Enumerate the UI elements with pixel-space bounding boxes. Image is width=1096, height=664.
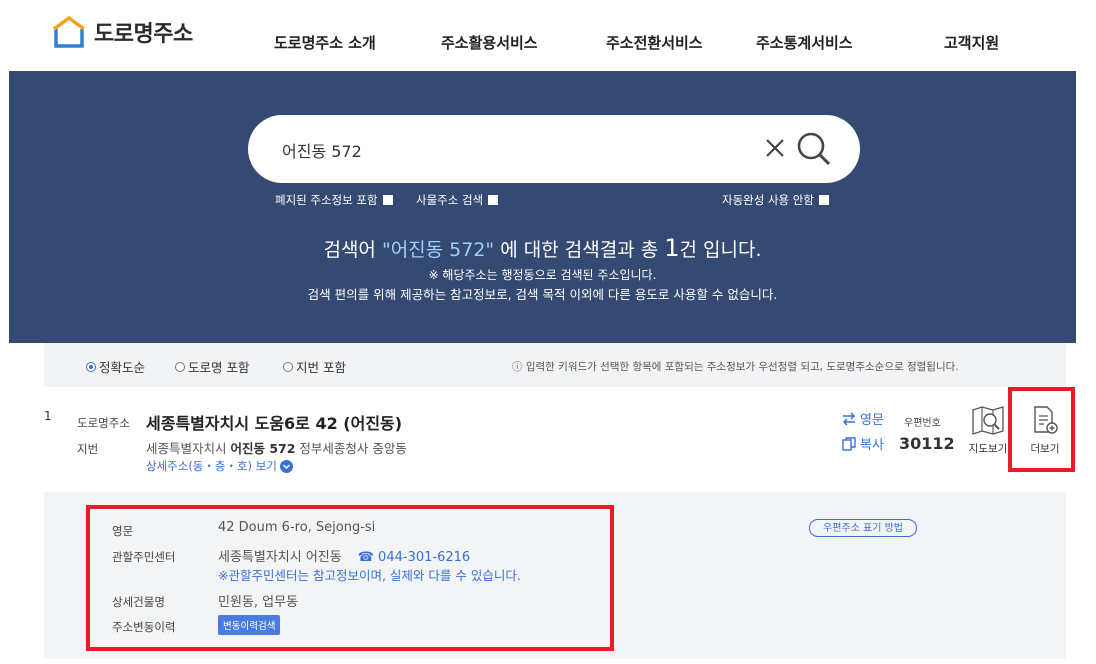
sort-road-name[interactable]: 도로명 포함: [175, 357, 249, 376]
address-history-label: 주소변동이력: [112, 620, 176, 634]
zip-code: 30112: [899, 434, 955, 453]
road-address-label: 도로명주소: [77, 416, 130, 430]
jibun-dong-number: 어진동 572: [230, 441, 296, 456]
summary-middle: 에 대한 검색결과 총: [494, 239, 665, 261]
sort-jibun-label: 지번 포함: [296, 360, 346, 375]
detail-address-link[interactable]: 상세주소(동・층・호) 보기: [146, 458, 293, 474]
logo-text: 도로명주소: [94, 22, 193, 47]
radio-icon[interactable]: [175, 361, 185, 372]
community-center-phone[interactable]: ☎ 044-301-6216: [358, 550, 470, 565]
history-search-button[interactable]: 변동이력검색: [218, 615, 281, 635]
clear-icon[interactable]: [762, 135, 788, 161]
option-autocomplete-off[interactable]: 자동완성 사용 안함: [722, 192, 829, 208]
document-plus-icon: [1031, 406, 1059, 439]
nav-conversion-service[interactable]: 주소전환서비스: [606, 32, 703, 53]
more-button[interactable]: 더보기: [1022, 405, 1068, 456]
nav-support[interactable]: 고객지원: [944, 32, 999, 53]
jibun-label: 지번: [77, 442, 99, 456]
building-name-label: 상세건물명: [112, 595, 165, 609]
option-autocomplete-checkbox[interactable]: [818, 195, 829, 205]
jibun-city: 세종특별자치시: [146, 441, 231, 456]
copy-button-label: 복사: [860, 438, 884, 453]
building-name: 민원동, 업무동: [218, 595, 299, 610]
jibun-building: 정부세종청사 중앙동: [295, 441, 407, 456]
summary-suffix: 건 입니다.: [679, 239, 762, 261]
nav-stats-service[interactable]: 주소통계서비스: [756, 32, 853, 53]
sort-hint: ⓘ 입력한 키워드가 선택한 항목에 포함되는 주소정보가 우선정렬 되고, 도…: [512, 361, 959, 373]
search-icon[interactable]: [794, 129, 834, 169]
radio-selected-icon[interactable]: [86, 361, 96, 372]
option-thing-address[interactable]: 사물주소 검색: [416, 192, 499, 208]
radio-icon[interactable]: [283, 361, 293, 372]
option-autocomplete-label: 자동완성 사용 안함: [722, 193, 814, 207]
result-summary: 검색어 "어진동 572" 에 대한 검색결과 총 1건 입니다.: [9, 234, 1076, 262]
nav-usage-service[interactable]: 주소활용서비스: [441, 32, 538, 53]
option-abolished-label: 폐지된 주소정보 포함: [275, 193, 378, 207]
summary-note-admin-dong: ※ 해당주소는 행정동으로 검색된 주소입니다.: [428, 268, 657, 282]
search-box: [248, 115, 860, 183]
copy-icon: [842, 436, 856, 451]
map-view-button-label: 지도보기: [968, 443, 1008, 455]
summary-note-usage: 검색 편의를 위해 제공하는 참고정보로, 검색 목적 이외에 다른 용도로 사…: [307, 287, 778, 302]
detail-address-link-label: 상세주소(동・층・호) 보기: [146, 459, 277, 473]
copy-button[interactable]: 복사: [842, 434, 884, 453]
option-thing-checkbox[interactable]: [488, 195, 499, 205]
community-center: 세종특별자치시 어진동 ☎ 044-301-6216: [218, 546, 470, 565]
more-button-label: 더보기: [1030, 443, 1060, 455]
english-address-button[interactable]: 영문: [842, 409, 884, 428]
zip-code-label: 우편번호: [904, 418, 941, 429]
nav-intro[interactable]: 도로명주소 소개: [274, 32, 376, 53]
sort-accuracy-label: 정확도순: [99, 360, 146, 375]
sort-accuracy[interactable]: 정확도순: [86, 357, 145, 376]
site-logo[interactable]: 도로명주소: [52, 14, 193, 50]
map-view-button[interactable]: 지도보기: [964, 405, 1012, 456]
swap-arrows-icon: [842, 411, 856, 426]
english-address-button-label: 영문: [860, 413, 884, 428]
road-address: 세종특별자치시 도움6로 42 (어진동): [146, 414, 403, 433]
sort-jibun[interactable]: 지번 포함: [283, 357, 346, 376]
community-center-note: ※관할주민센터는 참고정보이며, 실제와 다를 수 있습니다.: [218, 568, 521, 583]
summary-keyword: "어진동 572": [381, 239, 495, 261]
option-thing-label: 사물주소 검색: [416, 193, 484, 207]
english-address: 42 Doum 6-ro, Sejong-si: [218, 520, 376, 535]
house-logo-icon: [52, 15, 86, 49]
summary-count: 1: [664, 234, 680, 262]
jibun-address: 세종특별자치시 어진동 572 정부세종청사 중앙동: [146, 438, 407, 457]
chevron-down-icon: [279, 459, 293, 473]
community-center-label: 관할주민센터: [112, 550, 176, 564]
map-icon: [971, 406, 1005, 439]
english-label: 영문: [112, 524, 134, 538]
option-abolished-checkbox[interactable]: [382, 195, 393, 205]
community-center-name: 세종특별자치시 어진동: [218, 550, 342, 565]
zip-format-button[interactable]: 우편주소 표기 방법: [809, 519, 917, 537]
sort-road-name-label: 도로명 포함: [188, 360, 250, 375]
search-input[interactable]: [280, 135, 744, 165]
result-index: 1: [44, 409, 52, 423]
option-abolished[interactable]: 폐지된 주소정보 포함: [275, 192, 393, 208]
summary-prefix: 검색어: [323, 239, 382, 261]
